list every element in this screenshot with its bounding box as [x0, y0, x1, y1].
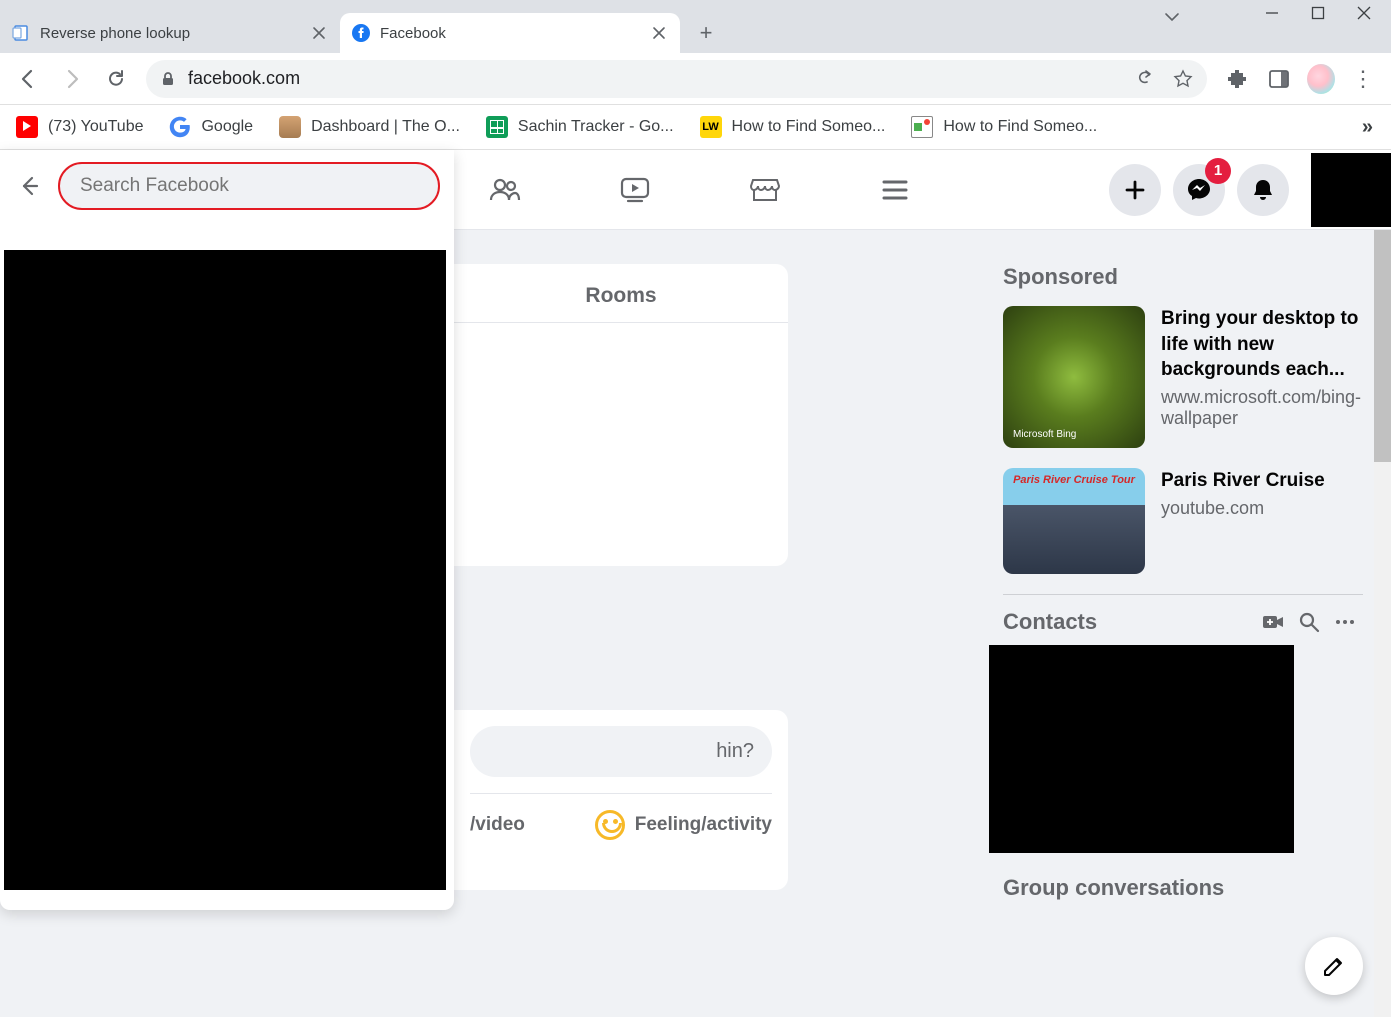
google-icon	[169, 116, 191, 138]
bookmark-label: (73) YouTube	[48, 118, 143, 136]
search-contacts-icon[interactable]	[1291, 611, 1327, 633]
picture-icon	[911, 116, 933, 138]
address-bar[interactable]: facebook.com	[146, 60, 1207, 98]
youtube-icon	[16, 116, 38, 138]
sponsored-url: www.microsoft.com/bing-wallpaper	[1161, 387, 1363, 429]
search-dropdown	[0, 150, 454, 910]
close-window-button[interactable]	[1357, 6, 1381, 20]
composer-feeling-button[interactable]: Feeling/activity	[595, 810, 772, 840]
sponsored-item-paris[interactable]: Paris River Cruise youtube.com	[1003, 468, 1363, 574]
menu-button[interactable]: ⋮	[1349, 65, 1377, 93]
close-tab-icon[interactable]	[650, 24, 668, 42]
bookmark-label: How to Find Someo...	[943, 118, 1097, 136]
tab-facebook[interactable]: Facebook	[340, 13, 680, 53]
profile-avatar[interactable]	[1307, 65, 1335, 93]
bookmark-lw-find[interactable]: LW How to Find Someo...	[694, 112, 892, 142]
window-controls	[1265, 6, 1381, 20]
bookmarks-overflow-button[interactable]: »	[1362, 116, 1381, 139]
sponsored-image	[1003, 468, 1145, 574]
bookmark-label: How to Find Someo...	[732, 118, 886, 136]
bookmarks-bar: (73) YouTube Google Dashboard | The O...…	[0, 105, 1391, 150]
maximize-button[interactable]	[1311, 6, 1335, 20]
scrollbar-thumb[interactable]	[1374, 230, 1391, 462]
nav-menu-icon[interactable]	[870, 165, 920, 215]
sponsored-title: Paris River Cruise	[1161, 468, 1363, 494]
composer-prompt[interactable]: hin?	[470, 726, 772, 777]
notifications-button[interactable]	[1237, 164, 1289, 216]
create-button[interactable]	[1109, 164, 1161, 216]
browser-toolbar: facebook.com ⋮	[0, 53, 1391, 105]
tab-title: Reverse phone lookup	[40, 25, 300, 42]
search-results-redacted[interactable]	[4, 250, 446, 890]
lw-icon: LW	[700, 116, 722, 138]
bookmark-sachin-tracker[interactable]: Sachin Tracker - Go...	[480, 112, 680, 142]
vertical-scrollbar[interactable]	[1374, 230, 1391, 1017]
contacts-header: Contacts	[1003, 609, 1363, 635]
page-favicon-icon	[12, 24, 30, 42]
bookmark-label: Dashboard | The O...	[311, 118, 460, 136]
contacts-label: Contacts	[1003, 609, 1255, 635]
nav-friends-icon[interactable]	[480, 165, 530, 215]
rooms-tab[interactable]: Rooms	[454, 264, 788, 323]
search-input-wrapper[interactable]	[58, 162, 440, 210]
divider	[470, 793, 772, 794]
bookmark-youtube[interactable]: (73) YouTube	[10, 112, 149, 142]
forward-button[interactable]	[52, 59, 92, 99]
divider	[1003, 594, 1363, 595]
bookmark-star-icon[interactable]	[1173, 69, 1193, 89]
odin-icon	[279, 116, 301, 138]
new-tab-button[interactable]: +	[688, 15, 724, 51]
tab-title: Facebook	[380, 25, 640, 42]
messenger-badge: 1	[1205, 158, 1231, 184]
bookmark-label: Google	[201, 118, 253, 136]
browser-tab-strip: Reverse phone lookup Facebook +	[0, 0, 1391, 53]
share-icon[interactable]	[1135, 69, 1155, 89]
search-back-button[interactable]	[14, 171, 44, 201]
new-room-icon[interactable]	[1255, 610, 1291, 634]
sponsored-url: youtube.com	[1161, 498, 1363, 519]
sponsored-heading: Sponsored	[1003, 264, 1363, 290]
sponsored-image	[1003, 306, 1145, 448]
bookmark-label: Sachin Tracker - Go...	[518, 118, 674, 136]
messenger-button[interactable]: 1	[1173, 164, 1225, 216]
nav-watch-icon[interactable]	[610, 165, 660, 215]
facebook-app: 1 Rooms hin? /video Feeling/activity	[0, 150, 1391, 1017]
bookmark-pic-find[interactable]: How to Find Someo...	[905, 112, 1103, 142]
tab-reverse-phone[interactable]: Reverse phone lookup	[0, 13, 340, 53]
composer-video-button[interactable]: /video	[470, 814, 525, 836]
group-conversations-label: Group conversations	[1003, 875, 1363, 901]
nav-marketplace-icon[interactable]	[740, 165, 790, 215]
contacts-list-redacted[interactable]	[989, 645, 1294, 853]
close-tab-icon[interactable]	[310, 24, 328, 42]
sponsored-title: Bring your desktop to life with new back…	[1161, 306, 1363, 383]
side-panel-icon[interactable]	[1265, 65, 1293, 93]
tab-search-icon[interactable]	[1163, 8, 1181, 26]
new-message-button[interactable]	[1305, 937, 1363, 995]
bookmark-google[interactable]: Google	[163, 112, 259, 142]
minimize-button[interactable]	[1265, 6, 1289, 20]
search-input[interactable]	[80, 175, 418, 197]
url-text: facebook.com	[188, 68, 300, 89]
contacts-options-icon[interactable]	[1327, 611, 1363, 633]
sponsored-item-bing[interactable]: Bring your desktop to life with new back…	[1003, 306, 1363, 448]
lock-icon	[160, 71, 176, 87]
stories-rooms-card: Rooms	[454, 264, 788, 566]
sheets-icon	[486, 116, 508, 138]
facebook-favicon-icon	[352, 24, 370, 42]
profile-menu-redacted[interactable]	[1311, 153, 1391, 227]
reload-button[interactable]	[96, 59, 136, 99]
extensions-icon[interactable]	[1223, 65, 1251, 93]
back-button[interactable]	[8, 59, 48, 99]
right-column: Sponsored Bring your desktop to life wit…	[1003, 264, 1363, 901]
bookmark-dashboard[interactable]: Dashboard | The O...	[273, 112, 466, 142]
post-composer-card: hin? /video Feeling/activity	[454, 710, 788, 890]
feeling-icon	[595, 810, 625, 840]
